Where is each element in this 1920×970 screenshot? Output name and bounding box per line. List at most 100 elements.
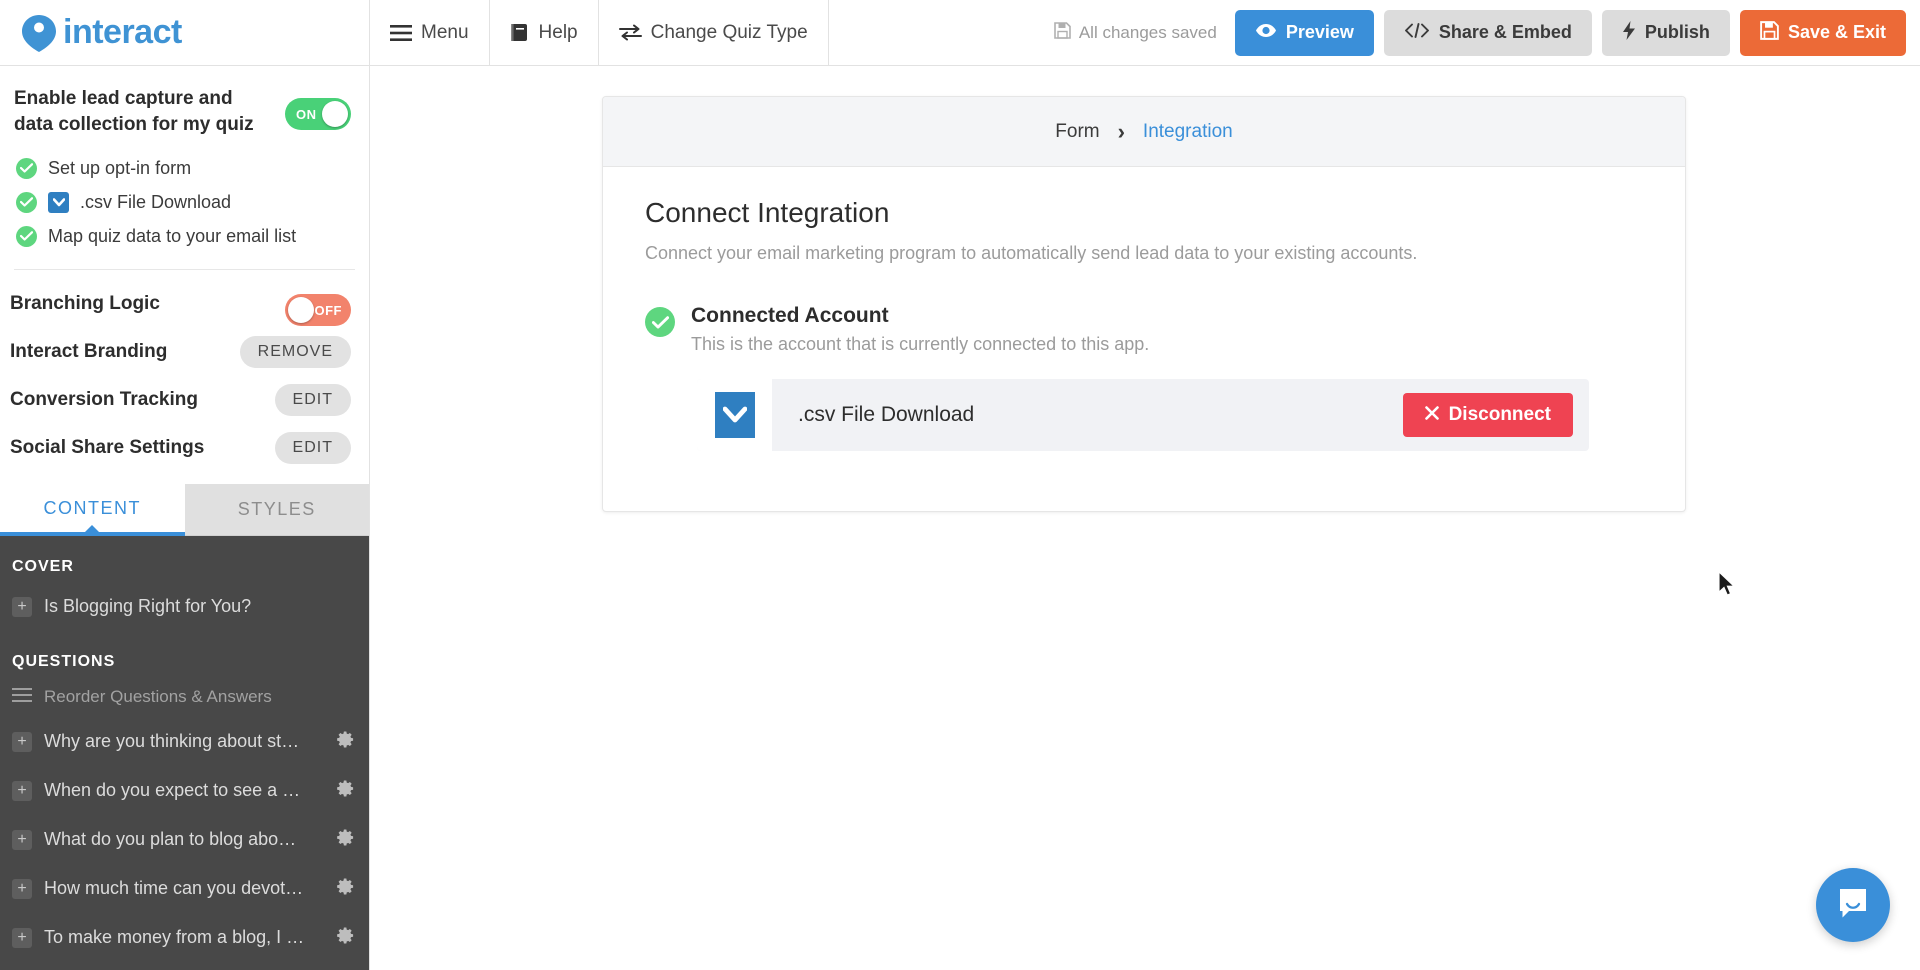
question-label: What do you plan to blog abo… — [44, 829, 297, 850]
question-item-1[interactable]: + Why are you thinking about st… — [0, 717, 369, 766]
checklist-item-map-quiz-data[interactable]: Map quiz data to your email list — [16, 219, 351, 253]
preview-button[interactable]: Preview — [1234, 9, 1374, 56]
change-quiz-type-label: Change Quiz Type — [650, 21, 808, 43]
tab-content[interactable]: CONTENT — [0, 484, 185, 537]
questions-section-heading: QUESTIONS — [12, 653, 116, 671]
connected-account-text: Connected Account This is the account th… — [691, 304, 1149, 355]
change-quiz-type-button[interactable]: Change Quiz Type — [599, 0, 829, 66]
question-item-2[interactable]: + When do you expect to see a … — [0, 766, 369, 815]
save-status: All changes saved — [1054, 21, 1217, 44]
toggle-knob — [288, 297, 314, 324]
gear-icon[interactable] — [336, 877, 355, 901]
remove-branding-button[interactable]: REMOVE — [239, 336, 351, 369]
lead-capture-row: Enable lead capture and data collection … — [14, 86, 351, 137]
share-embed-label: Share & Embed — [1438, 22, 1572, 42]
connected-account-subtitle: This is the account that is currently co… — [691, 334, 1150, 354]
checklist-item-opt-in-form[interactable]: Set up opt-in form — [16, 151, 351, 185]
expand-plus-icon[interactable]: + — [12, 780, 32, 801]
swap-icon — [618, 24, 642, 41]
disconnect-label: Disconnect — [1448, 404, 1551, 425]
save-icon — [1054, 21, 1071, 44]
expand-plus-icon[interactable]: + — [12, 731, 32, 752]
setting-label: Social Share Settings — [10, 437, 205, 459]
left-sidebar: Enable lead capture and data collection … — [0, 66, 370, 970]
chat-launcher-button[interactable] — [1816, 868, 1890, 942]
reorder-hamburger-icon — [12, 687, 32, 707]
share-embed-button[interactable]: Share & Embed — [1383, 9, 1592, 56]
reorder-questions-button[interactable]: Reorder Questions & Answers — [0, 677, 369, 717]
toggle-knob — [322, 101, 348, 127]
setting-row-interact-branding: Interact Branding REMOVE — [0, 328, 369, 376]
question-item-4[interactable]: + How much time can you devot… — [0, 864, 369, 913]
edit-conversion-tracking-button[interactable]: EDIT — [274, 384, 351, 417]
question-label: To make money from a blog, I … — [44, 927, 305, 948]
publish-label: Publish — [1644, 22, 1710, 42]
csv-download-icon-inner — [714, 392, 755, 438]
connected-account-name: .csv File Download — [798, 403, 975, 426]
disconnect-button[interactable]: Disconnect — [1402, 393, 1573, 437]
main-canvas: Form › Integration Connect Integration C… — [370, 66, 1920, 970]
save-exit-label: Save & Exit — [1787, 22, 1886, 42]
lead-capture-toggle[interactable]: ON — [285, 98, 351, 130]
lead-capture-section: Enable lead capture and data collection … — [0, 66, 369, 253]
save-icon — [1760, 20, 1779, 45]
checklist-item-csv-download[interactable]: .csv File Download — [16, 185, 351, 219]
checklist-label: .csv File Download — [80, 191, 232, 212]
top-menu-group: Menu Help Change Quiz Type — [370, 0, 829, 66]
interact-logo-icon — [18, 12, 60, 54]
breadcrumb: Form › Integration — [603, 97, 1685, 167]
setting-label: Branching Logic — [10, 293, 160, 315]
brand-logo-area[interactable]: interact — [0, 0, 370, 66]
question-item-5[interactable]: + To make money from a blog, I … — [0, 913, 369, 962]
tab-styles-label: STYLES — [237, 499, 316, 520]
gear-icon[interactable] — [336, 828, 355, 852]
expand-plus-icon[interactable]: + — [12, 829, 32, 850]
page-title: Connect Integration — [645, 197, 890, 228]
menu-button[interactable]: Menu — [370, 0, 490, 66]
expand-plus-icon[interactable]: + — [12, 927, 32, 948]
expand-plus-icon[interactable]: + — [12, 596, 32, 617]
publish-button[interactable]: Publish — [1601, 9, 1730, 56]
top-bar: interact Menu Help Change Quiz Type All … — [0, 0, 1920, 66]
csv-download-icon — [697, 379, 772, 451]
connected-account-block: Connected Account This is the account th… — [645, 304, 1643, 355]
setting-row-branching-logic: Branching Logic OFF — [0, 280, 369, 328]
save-status-label: All changes saved — [1078, 22, 1217, 42]
breadcrumb-integration[interactable]: Integration — [1143, 121, 1233, 143]
brand-name: interact — [63, 13, 182, 51]
setting-row-social-share-settings: Social Share Settings EDIT — [0, 424, 369, 472]
expand-plus-icon[interactable]: + — [12, 878, 32, 899]
check-circle-icon — [16, 157, 37, 179]
gear-icon[interactable] — [336, 779, 355, 803]
tab-content-label: CONTENT — [43, 497, 141, 518]
question-item-3[interactable]: + What do you plan to blog abo… — [0, 815, 369, 864]
reorder-label: Reorder Questions & Answers — [44, 687, 272, 707]
edit-social-share-button[interactable]: EDIT — [274, 432, 351, 465]
hamburger-icon — [390, 24, 412, 41]
breadcrumb-form[interactable]: Form — [1055, 121, 1099, 143]
lead-capture-checklist: Set up opt-in form .csv File Download Ma… — [16, 151, 351, 253]
tab-styles[interactable]: STYLES — [184, 484, 369, 537]
integration-card-body: Connect Integration Connect your email m… — [603, 167, 1685, 511]
lead-capture-toggle-label: ON — [296, 106, 317, 122]
sidebar-settings-list: Branching Logic OFF Interact Branding RE… — [0, 270, 369, 472]
connected-account-row: .csv File Download Disconnect — [697, 379, 1589, 451]
chat-bubble-icon — [1834, 884, 1872, 927]
help-button[interactable]: Help — [490, 0, 599, 66]
sidebar-tabs: CONTENT STYLES — [0, 484, 369, 537]
gear-icon[interactable] — [336, 730, 355, 754]
checklist-label: Set up opt-in form — [48, 157, 192, 178]
mouse-cursor — [1718, 570, 1738, 604]
check-circle-icon — [16, 225, 37, 247]
lead-capture-title: Enable lead capture and data collection … — [14, 88, 254, 135]
save-exit-button[interactable]: Save & Exit — [1739, 9, 1906, 56]
preview-label: Preview — [1285, 22, 1354, 42]
bolt-icon — [1622, 20, 1636, 45]
question-label: Why are you thinking about st… — [44, 731, 300, 752]
branching-logic-toggle[interactable]: OFF — [285, 294, 351, 327]
question-label: How much time can you devot… — [44, 878, 304, 899]
gear-icon[interactable] — [336, 926, 355, 950]
book-icon — [510, 23, 530, 42]
cover-item[interactable]: + Is Blogging Right for You? — [0, 582, 369, 631]
csv-download-icon — [48, 191, 69, 213]
